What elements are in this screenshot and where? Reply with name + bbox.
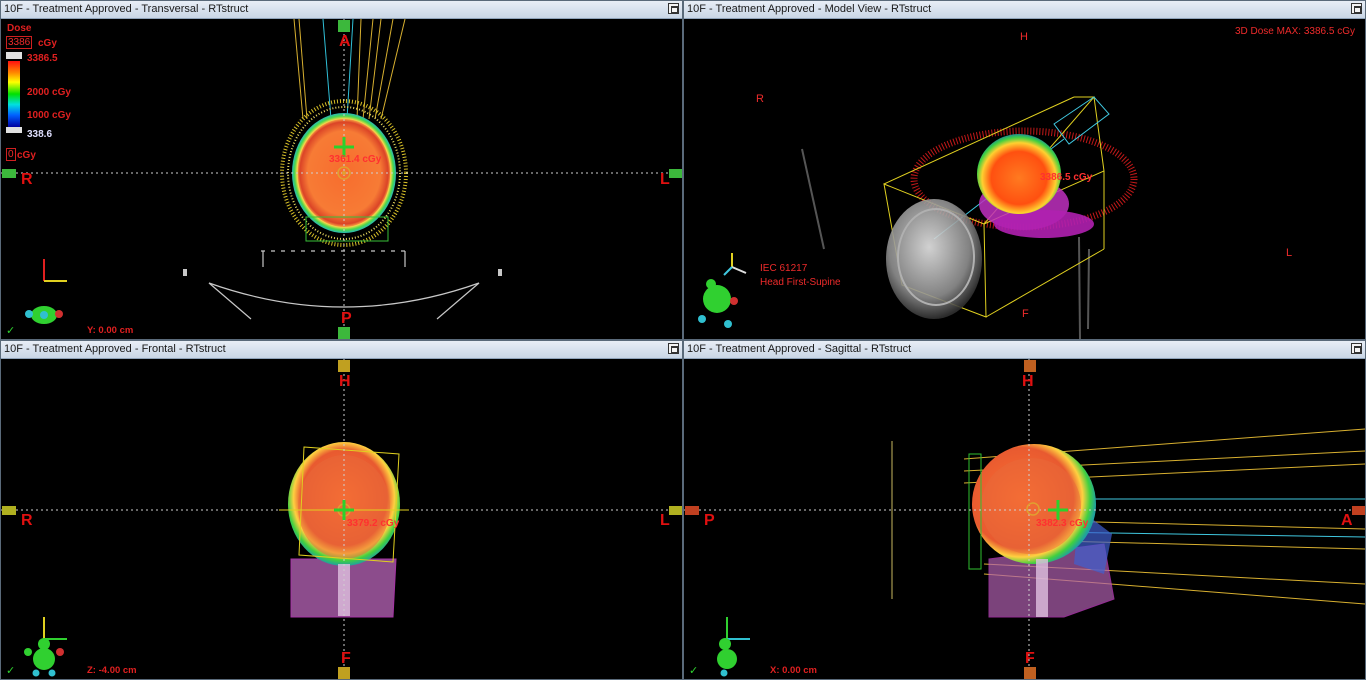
slice-position: Y: 0.00 cm (87, 325, 134, 336)
frontal-title: 10F - Treatment Approved - Frontal - RTs… (4, 343, 226, 355)
dose-zero-input[interactable]: 0 (6, 148, 16, 161)
dose-top-value: 3386.5 (27, 53, 58, 64)
frontal-image (1, 359, 682, 679)
orientation-head-label: H (339, 373, 351, 390)
frontal-viewport[interactable]: H F R L 3379.2 cGy Z: -4.00 cm ✓ (1, 359, 682, 679)
maximize-icon[interactable] (1351, 3, 1362, 14)
orientation-posterior-label: P (704, 512, 715, 529)
orientation-right-label: R (756, 93, 764, 105)
sagittal-title: 10F - Treatment Approved - Sagittal - RT… (687, 343, 912, 355)
orientation-foot-label: F (341, 650, 351, 667)
transversal-viewport[interactable]: A P R L Dose 3386 cGy 3386.5 2000 cGy 10… (1, 19, 682, 339)
orientation-left-label: L (660, 512, 670, 529)
orientation-head-label: H (1020, 31, 1028, 43)
dose-1000-label: 1000 cGy (27, 110, 71, 121)
transversal-title: 10F - Treatment Approved - Transversal -… (4, 3, 249, 15)
orientation-left-label: L (660, 171, 670, 188)
point-dose-label: 3386.5 cGy (1040, 172, 1093, 183)
point-dose-label: 3361.4 cGy (329, 154, 382, 165)
transversal-titlebar: 10F - Treatment Approved - Transversal -… (1, 1, 682, 19)
dose-max-input[interactable]: 3386 (6, 36, 33, 49)
check-icon: ✓ (6, 665, 16, 677)
sagittal-image (684, 359, 1365, 679)
orientation-posterior-label: P (341, 310, 352, 327)
transversal-image (1, 19, 682, 339)
model-viewport[interactable]: 3D Dose MAX: 3386.5 cGy H R L F 3386.5 c… (684, 19, 1365, 339)
check-icon: ✓ (6, 325, 16, 337)
orientation-anterior-label: A (339, 33, 351, 50)
dose-max-label: 3D Dose MAX: 3386.5 cGy (1234, 26, 1355, 37)
transversal-pane[interactable]: 10F - Treatment Approved - Transversal -… (0, 0, 683, 340)
slice-position: X: 0.00 cm (770, 665, 817, 676)
dose-low-value: 338.6 (27, 129, 53, 140)
sagittal-pane[interactable]: 10F - Treatment Approved - Sagittal - RT… (683, 340, 1366, 680)
dose-2000-label: 2000 cGy (27, 87, 71, 98)
model-title: 10F - Treatment Approved - Model View - … (687, 3, 932, 15)
point-dose-label: 3379.2 cGy (347, 518, 400, 529)
maximize-icon[interactable] (668, 3, 679, 14)
dose-zero-unit: cGy (17, 150, 36, 161)
frontal-titlebar: 10F - Treatment Approved - Frontal - RTs… (1, 341, 682, 359)
orientation-head-label: H (1022, 373, 1034, 390)
dose-legend-title: Dose (7, 23, 32, 34)
frontal-pane[interactable]: 10F - Treatment Approved - Frontal - RTs… (0, 340, 683, 680)
model-3d-image (698, 95, 1138, 339)
orientation-right-label: R (21, 171, 33, 188)
orientation-foot-label: F (1022, 308, 1029, 320)
dose-max-unit: cGy (38, 38, 57, 49)
orientation-left-label: L (1286, 247, 1293, 259)
maximize-icon[interactable] (668, 343, 679, 354)
orientation-anterior-label: A (1341, 512, 1353, 529)
model-pane[interactable]: 10F - Treatment Approved - Model View - … (683, 0, 1366, 340)
model-titlebar: 10F - Treatment Approved - Model View - … (684, 1, 1365, 19)
point-dose-label: 3382.3 cGy (1036, 518, 1089, 529)
coordinate-system-label: IEC 61217 (760, 263, 808, 274)
maximize-icon[interactable] (1351, 343, 1362, 354)
sagittal-viewport[interactable]: H F P A 3382.3 cGy X: 0.00 cm ✓ (684, 359, 1365, 679)
orientation-right-label: R (21, 512, 33, 529)
orientation-foot-label: F (1025, 650, 1035, 667)
slice-position: Z: -4.00 cm (87, 665, 137, 676)
patient-orientation-label: Head First-Supine (760, 277, 841, 288)
sagittal-titlebar: 10F - Treatment Approved - Sagittal - RT… (684, 341, 1365, 359)
check-icon: ✓ (689, 665, 699, 677)
